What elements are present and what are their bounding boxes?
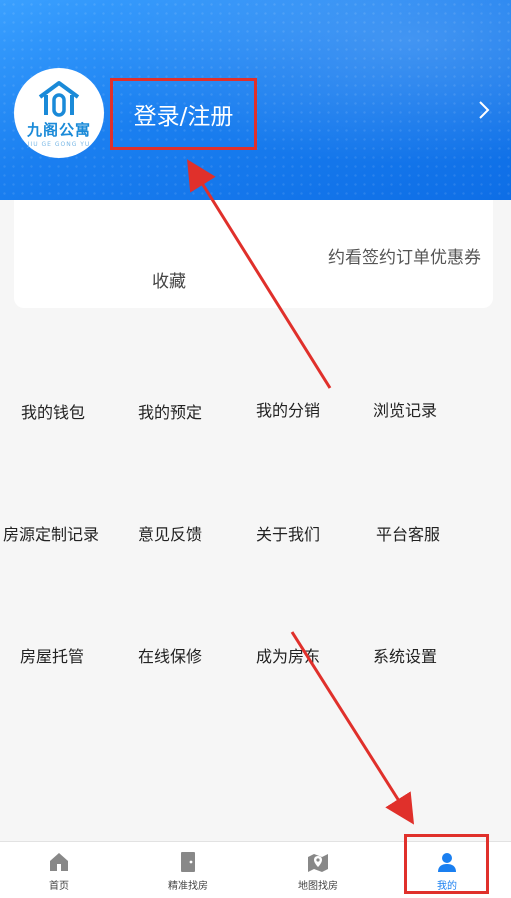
menu-item-settings[interactable]: 系统设置 — [346, 643, 464, 667]
menu-item-hosting[interactable]: 房屋托管 — [0, 643, 111, 667]
login-register-label: 登录/注册 — [133, 104, 234, 130]
user-icon — [438, 853, 456, 872]
logo-text: 九阁公寓 — [26, 120, 91, 139]
menu-item-about-us[interactable]: 关于我们 — [229, 521, 347, 545]
door-icon — [181, 852, 195, 872]
tab-mine[interactable]: 我的 — [383, 842, 511, 898]
tab-home-label: 首页 — [49, 881, 69, 892]
tab-map-search-label: 地图找房 — [298, 881, 338, 892]
login-register-button[interactable]: 登录/注册 — [110, 78, 257, 150]
menu-item-online-repair[interactable]: 在线保修 — [111, 643, 229, 667]
menu-item-become-landlord[interactable]: 成为房东 — [229, 643, 347, 667]
favorites-stat[interactable]: 收藏 — [152, 267, 186, 292]
menu-item-distribution[interactable]: 我的分销 — [229, 397, 347, 421]
tab-mine-label: 我的 — [437, 881, 457, 892]
menu-item-wallet[interactable]: 我的钱包 — [0, 399, 112, 423]
menu-item-browse-history[interactable]: 浏览记录 — [346, 397, 464, 421]
menu-item-reservation[interactable]: 我的预定 — [111, 399, 229, 423]
menu-item-feedback[interactable]: 意见反馈 — [111, 521, 229, 545]
map-pin-icon — [308, 854, 328, 872]
menu-item-customer-service[interactable]: 平台客服 — [349, 521, 467, 545]
orders-stats-label[interactable]: 约看签约订单优惠券 — [328, 243, 481, 268]
building-logo-icon — [38, 80, 80, 117]
tab-precise-search[interactable]: 精准找房 — [124, 842, 252, 898]
tab-home[interactable]: 首页 — [0, 842, 123, 898]
app-logo: 九阁公寓 JIU GE GONG YU — [14, 68, 104, 158]
tab-precise-search-label: 精准找房 — [168, 881, 208, 892]
chevron-right-icon[interactable] — [478, 100, 490, 126]
home-icon — [50, 853, 68, 871]
menu-item-custom-record[interactable]: 房源定制记录 — [0, 521, 110, 545]
stats-card: 收藏 约看签约订单优惠券 — [14, 200, 493, 308]
bottom-tab-bar: 首页 精准找房 地图找房 我的 — [0, 841, 511, 898]
logo-subtext: JIU GE GONG YU — [27, 140, 91, 148]
tab-map-search[interactable]: 地图找房 — [254, 842, 382, 898]
